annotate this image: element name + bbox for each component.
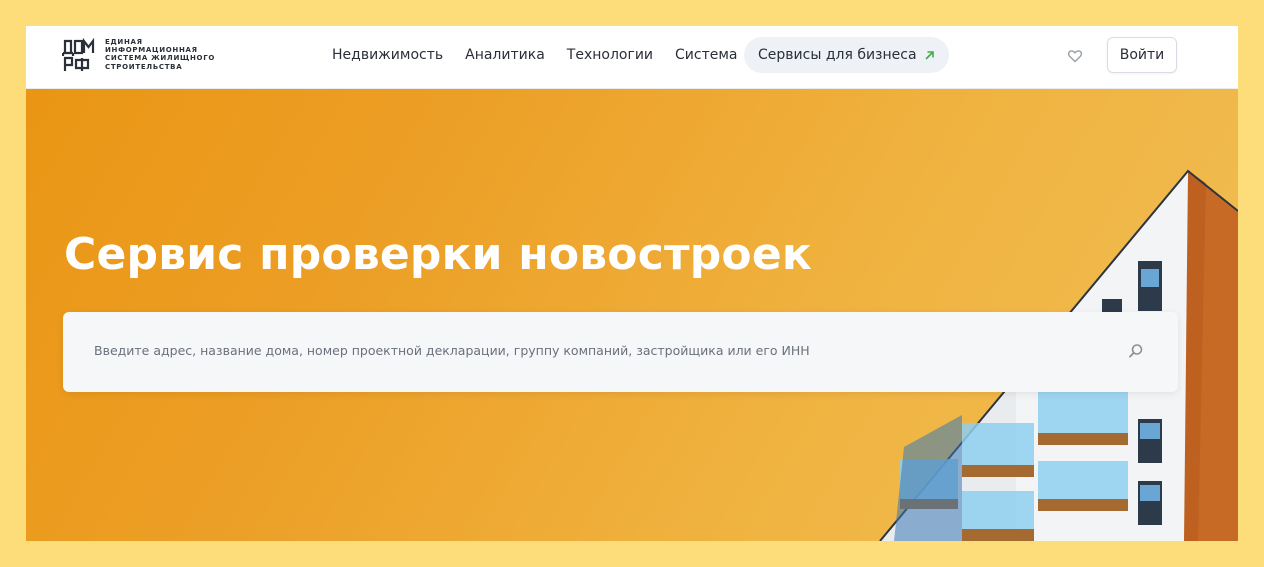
heart-icon[interactable] bbox=[1067, 48, 1083, 64]
nav-item-system[interactable]: Система bbox=[675, 46, 737, 64]
logo[interactable]: ЕДИНАЯ ИНФОРМАЦИОННАЯ СИСТЕМА ЖИЛИЩНОГО … bbox=[62, 36, 214, 76]
login-button[interactable]: Войти bbox=[1107, 37, 1177, 73]
main-nav: Недвижимость Аналитика Технологии Систем… bbox=[332, 46, 760, 64]
business-services-label: Сервисы для бизнеса bbox=[758, 47, 917, 63]
logo-text: ЕДИНАЯ ИНФОРМАЦИОННАЯ СИСТЕМА ЖИЛИЩНОГО … bbox=[105, 38, 225, 71]
logo-line: СИСТЕМА ЖИЛИЩНОГО bbox=[105, 54, 216, 63]
nav-item-analytics[interactable]: Аналитика bbox=[465, 46, 545, 64]
hero-banner: Сервис проверки новостроек Введите адрес… bbox=[26, 89, 1238, 541]
nav-item-technologies[interactable]: Технологии bbox=[567, 46, 653, 64]
browser-frame: ЕДИНАЯ ИНФОРМАЦИОННАЯ СИСТЕМА ЖИЛИЩНОГО … bbox=[26, 26, 1238, 541]
search-placeholder: Введите адрес, название дома, номер прое… bbox=[94, 343, 810, 358]
search-input[interactable]: Введите адрес, название дома, номер прое… bbox=[63, 312, 1178, 392]
domrf-logo-mark bbox=[62, 37, 95, 71]
logo-line: СТРОИТЕЛЬСТВА bbox=[105, 62, 183, 71]
hero-title: Сервис проверки новостроек bbox=[64, 229, 812, 280]
logo-line: ИНФОРМАЦИОННАЯ bbox=[105, 46, 198, 55]
search-icon[interactable] bbox=[1127, 342, 1145, 360]
logo-line: ЕДИНАЯ bbox=[105, 38, 143, 46]
nav-item-realty[interactable]: Недвижимость bbox=[332, 46, 443, 64]
business-services-button[interactable]: Сервисы для бизнеса bbox=[744, 37, 949, 73]
arrow-up-right-icon bbox=[924, 50, 935, 61]
site-header: ЕДИНАЯ ИНФОРМАЦИОННАЯ СИСТЕМА ЖИЛИЩНОГО … bbox=[26, 26, 1238, 89]
